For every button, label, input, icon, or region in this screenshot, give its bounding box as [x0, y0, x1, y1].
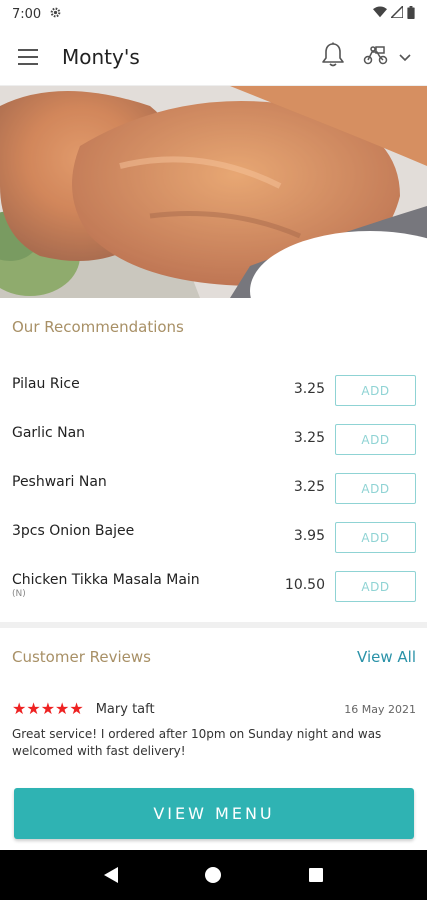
item-price: 3.25	[293, 430, 325, 446]
item-allergen-note: (N)	[12, 589, 26, 599]
item-price: 3.25	[293, 479, 325, 495]
recents-icon[interactable]	[296, 855, 336, 895]
reviews-title: Customer Reviews	[12, 648, 151, 666]
item-name: Garlic Nan	[12, 425, 86, 441]
item-price: 3.95	[293, 528, 325, 544]
recommendations-list: Pilau Rice 3.25 ADD Garlic Nan 3.25 ADD …	[0, 364, 427, 609]
add-button[interactable]: ADD	[335, 571, 416, 602]
review-item: ★★★★★ Mary taft 16 May 2021 Great servic…	[12, 698, 416, 760]
scooter-icon	[363, 45, 389, 69]
bell-icon[interactable]	[321, 42, 345, 72]
signal-icon	[389, 4, 404, 22]
item-price: 10.50	[284, 577, 325, 593]
status-bar: 7:00	[0, 0, 427, 28]
item-price: 3.25	[293, 381, 325, 397]
gear-icon	[49, 6, 62, 23]
status-icons	[373, 4, 415, 23]
review-date: 16 May 2021	[344, 702, 416, 716]
hero-food-image	[0, 86, 427, 298]
battery-icon	[407, 5, 415, 23]
page-title: Monty's	[62, 44, 140, 69]
star-rating: ★★★★★	[12, 699, 84, 718]
wifi-icon	[373, 6, 387, 22]
status-time: 7:00	[12, 6, 42, 22]
back-icon[interactable]	[91, 855, 131, 895]
add-button[interactable]: ADD	[335, 473, 416, 504]
item-name: Peshwari Nan	[12, 474, 107, 490]
reviewer-name: Mary taft	[95, 701, 155, 717]
review-text: Great service! I ordered after 10pm on S…	[12, 727, 382, 758]
delivery-mode-selector[interactable]	[363, 45, 411, 69]
app-actions	[321, 42, 411, 72]
add-button[interactable]: ADD	[335, 375, 416, 406]
view-menu-button[interactable]: VIEW MENU	[14, 788, 414, 839]
chevron-down-icon	[399, 47, 411, 66]
recommendations-title: Our Recommendations	[12, 318, 184, 336]
list-item: Pilau Rice 3.25 ADD	[0, 364, 427, 413]
review-header: ★★★★★ Mary taft 16 May 2021	[12, 698, 416, 720]
list-item: 3pcs Onion Bajee 3.95 ADD	[0, 511, 427, 560]
home-icon[interactable]	[193, 855, 233, 895]
app-bar: Monty's	[0, 28, 427, 86]
hamburger-icon[interactable]	[16, 43, 44, 71]
add-button[interactable]: ADD	[335, 522, 416, 553]
item-name: Pilau Rice	[12, 376, 80, 392]
list-item: Peshwari Nan 3.25 ADD	[0, 462, 427, 511]
list-item: Garlic Nan 3.25 ADD	[0, 413, 427, 462]
section-divider	[0, 622, 427, 628]
screen: 7:00 Monty's Our Recommendations Pilau R…	[0, 0, 427, 900]
item-name: Chicken Tikka Masala Main	[12, 572, 200, 588]
add-button[interactable]: ADD	[335, 424, 416, 455]
list-item: Chicken Tikka Masala Main (N) 10.50 ADD	[0, 560, 427, 609]
view-all-link[interactable]: View All	[357, 648, 416, 666]
system-nav-bar	[0, 850, 427, 900]
item-name: 3pcs Onion Bajee	[12, 523, 135, 539]
